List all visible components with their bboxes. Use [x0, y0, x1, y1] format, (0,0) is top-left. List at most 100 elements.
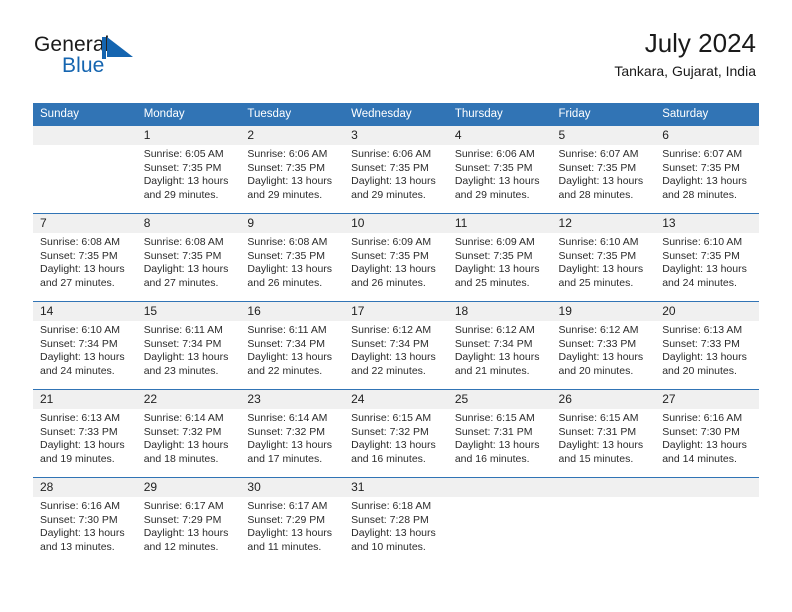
day-number[interactable]: 17 — [344, 301, 448, 321]
day-cell[interactable] — [33, 145, 137, 214]
day-number[interactable] — [655, 477, 759, 497]
daylight-text-line1: Daylight: 13 hours — [143, 263, 229, 276]
day-number[interactable]: 22 — [136, 389, 241, 409]
daylight-text-line1: Daylight: 13 hours — [454, 439, 540, 452]
day-cell[interactable]: Sunrise: 6:17 AM Sunset: 7:29 PM Dayligh… — [240, 497, 345, 565]
day-cell[interactable]: Sunrise: 6:07 AM Sunset: 7:35 PM Dayligh… — [655, 145, 759, 214]
day-cell[interactable]: Sunrise: 6:06 AM Sunset: 7:35 PM Dayligh… — [240, 145, 345, 214]
sunset-text: Sunset: 7:34 PM — [247, 337, 326, 350]
day-cell[interactable]: Sunrise: 6:12 AM Sunset: 7:34 PM Dayligh… — [447, 321, 552, 390]
triangle-flag-icon — [102, 37, 133, 59]
day-cell[interactable]: Sunrise: 6:06 AM Sunset: 7:35 PM Dayligh… — [344, 145, 448, 214]
day-cell[interactable]: Sunrise: 6:16 AM Sunset: 7:30 PM Dayligh… — [33, 497, 137, 565]
sunset-text: Sunset: 7:35 PM — [662, 249, 740, 262]
day-cell[interactable]: Sunrise: 6:16 AM Sunset: 7:30 PM Dayligh… — [655, 409, 759, 478]
sunset-text: Sunset: 7:30 PM — [662, 425, 740, 438]
sunrise-text: Sunrise: 6:15 AM — [454, 412, 535, 424]
day-cell[interactable] — [551, 497, 656, 565]
sunrise-text: Sunrise: 6:06 AM — [454, 148, 535, 160]
day-number[interactable]: 19 — [551, 301, 656, 321]
day-cell[interactable]: Sunrise: 6:07 AM Sunset: 7:35 PM Dayligh… — [551, 145, 656, 214]
day-number[interactable]: 9 — [240, 213, 345, 233]
day-cell[interactable]: Sunrise: 6:10 AM Sunset: 7:35 PM Dayligh… — [551, 233, 656, 302]
day-number[interactable] — [33, 126, 137, 145]
day-cell[interactable]: Sunrise: 6:10 AM Sunset: 7:35 PM Dayligh… — [655, 233, 759, 302]
day-cell[interactable]: Sunrise: 6:08 AM Sunset: 7:35 PM Dayligh… — [136, 233, 241, 302]
day-number[interactable]: 10 — [344, 213, 448, 233]
day-cell[interactable]: Sunrise: 6:13 AM Sunset: 7:33 PM Dayligh… — [655, 321, 759, 390]
day-cell[interactable]: Sunrise: 6:18 AM Sunset: 7:28 PM Dayligh… — [344, 497, 448, 565]
day-number[interactable]: 21 — [33, 389, 137, 409]
day-cell[interactable]: Sunrise: 6:11 AM Sunset: 7:34 PM Dayligh… — [136, 321, 241, 390]
day-cell[interactable]: Sunrise: 6:11 AM Sunset: 7:34 PM Dayligh… — [240, 321, 345, 390]
day-cell[interactable]: Sunrise: 6:08 AM Sunset: 7:35 PM Dayligh… — [33, 233, 137, 302]
day-number[interactable]: 12 — [551, 213, 656, 233]
daylight-text-line2: and 24 minutes. — [662, 276, 737, 289]
week-row-details: Sunrise: 6:16 AM Sunset: 7:30 PM Dayligh… — [33, 497, 759, 565]
daylight-text-line1: Daylight: 13 hours — [662, 351, 747, 364]
page-title: July 2024 — [644, 28, 756, 58]
day-number[interactable]: 3 — [344, 126, 448, 145]
day-number[interactable]: 27 — [655, 389, 759, 409]
day-cell[interactable]: Sunrise: 6:06 AM Sunset: 7:35 PM Dayligh… — [447, 145, 552, 214]
sunrise-text: Sunrise: 6:08 AM — [143, 236, 224, 248]
day-number[interactable]: 24 — [344, 389, 448, 409]
day-cell[interactable] — [447, 497, 552, 565]
day-cell[interactable]: Sunrise: 6:14 AM Sunset: 7:32 PM Dayligh… — [240, 409, 345, 478]
sunrise-text: Sunrise: 6:13 AM — [40, 412, 120, 424]
daylight-text-line2: and 28 minutes. — [558, 188, 634, 201]
day-number[interactable]: 16 — [240, 301, 345, 321]
day-number[interactable]: 1 — [136, 126, 241, 145]
daylight-text-line2: and 27 minutes. — [143, 276, 219, 289]
day-number[interactable]: 4 — [447, 126, 552, 145]
day-number[interactable]: 30 — [240, 477, 345, 497]
sunrise-text: Sunrise: 6:15 AM — [558, 412, 639, 424]
day-number[interactable]: 7 — [33, 213, 137, 233]
day-cell[interactable]: Sunrise: 6:13 AM Sunset: 7:33 PM Dayligh… — [33, 409, 137, 478]
day-cell[interactable]: Sunrise: 6:15 AM Sunset: 7:32 PM Dayligh… — [344, 409, 448, 478]
day-number[interactable]: 26 — [551, 389, 656, 409]
day-number[interactable] — [551, 477, 656, 497]
day-cell[interactable]: Sunrise: 6:09 AM Sunset: 7:35 PM Dayligh… — [447, 233, 552, 302]
day-cell[interactable]: Sunrise: 6:12 AM Sunset: 7:34 PM Dayligh… — [344, 321, 448, 390]
day-cell[interactable]: Sunrise: 6:15 AM Sunset: 7:31 PM Dayligh… — [551, 409, 656, 478]
sunrise-text: Sunrise: 6:13 AM — [662, 324, 743, 336]
day-number[interactable]: 18 — [447, 301, 552, 321]
day-cell[interactable]: Sunrise: 6:08 AM Sunset: 7:35 PM Dayligh… — [240, 233, 345, 302]
day-cell[interactable]: Sunrise: 6:15 AM Sunset: 7:31 PM Dayligh… — [447, 409, 552, 478]
day-number[interactable]: 31 — [344, 477, 448, 497]
sunset-text: Sunset: 7:32 PM — [351, 425, 429, 438]
brand-logo[interactable]: General Blue — [34, 34, 214, 86]
day-number[interactable] — [447, 477, 552, 497]
day-cell[interactable] — [655, 497, 759, 565]
week-row-details: Sunrise: 6:13 AM Sunset: 7:33 PM Dayligh… — [33, 409, 759, 478]
day-cell[interactable]: Sunrise: 6:17 AM Sunset: 7:29 PM Dayligh… — [136, 497, 241, 565]
day-cell[interactable]: Sunrise: 6:09 AM Sunset: 7:35 PM Dayligh… — [344, 233, 448, 302]
day-number[interactable]: 8 — [136, 213, 241, 233]
day-number[interactable]: 20 — [655, 301, 759, 321]
day-number[interactable]: 5 — [551, 126, 656, 145]
day-number[interactable]: 23 — [240, 389, 345, 409]
daylight-text-line2: and 13 minutes. — [40, 540, 115, 553]
day-number[interactable]: 2 — [240, 126, 345, 145]
day-number[interactable]: 6 — [655, 126, 759, 145]
day-number[interactable]: 28 — [33, 477, 137, 497]
day-number[interactable]: 13 — [655, 213, 759, 233]
sunset-text: Sunset: 7:34 PM — [454, 337, 533, 350]
daylight-text-line1: Daylight: 13 hours — [247, 175, 333, 188]
day-number[interactable]: 29 — [136, 477, 241, 497]
day-number[interactable]: 11 — [447, 213, 552, 233]
sunset-text: Sunset: 7:35 PM — [558, 161, 637, 174]
daylight-text-line1: Daylight: 13 hours — [247, 351, 333, 364]
daylight-text-line1: Daylight: 13 hours — [662, 175, 747, 188]
day-number[interactable]: 15 — [136, 301, 241, 321]
day-number[interactable]: 25 — [447, 389, 552, 409]
day-cell[interactable]: Sunrise: 6:10 AM Sunset: 7:34 PM Dayligh… — [33, 321, 137, 390]
day-cell[interactable]: Sunrise: 6:05 AM Sunset: 7:35 PM Dayligh… — [136, 145, 241, 214]
sunrise-text: Sunrise: 6:08 AM — [40, 236, 120, 248]
day-cell[interactable]: Sunrise: 6:14 AM Sunset: 7:32 PM Dayligh… — [136, 409, 241, 478]
daylight-text-line1: Daylight: 13 hours — [351, 439, 436, 452]
weekday-header-sunday: Sunday — [33, 103, 137, 126]
day-cell[interactable]: Sunrise: 6:12 AM Sunset: 7:33 PM Dayligh… — [551, 321, 656, 390]
day-number[interactable]: 14 — [33, 301, 137, 321]
